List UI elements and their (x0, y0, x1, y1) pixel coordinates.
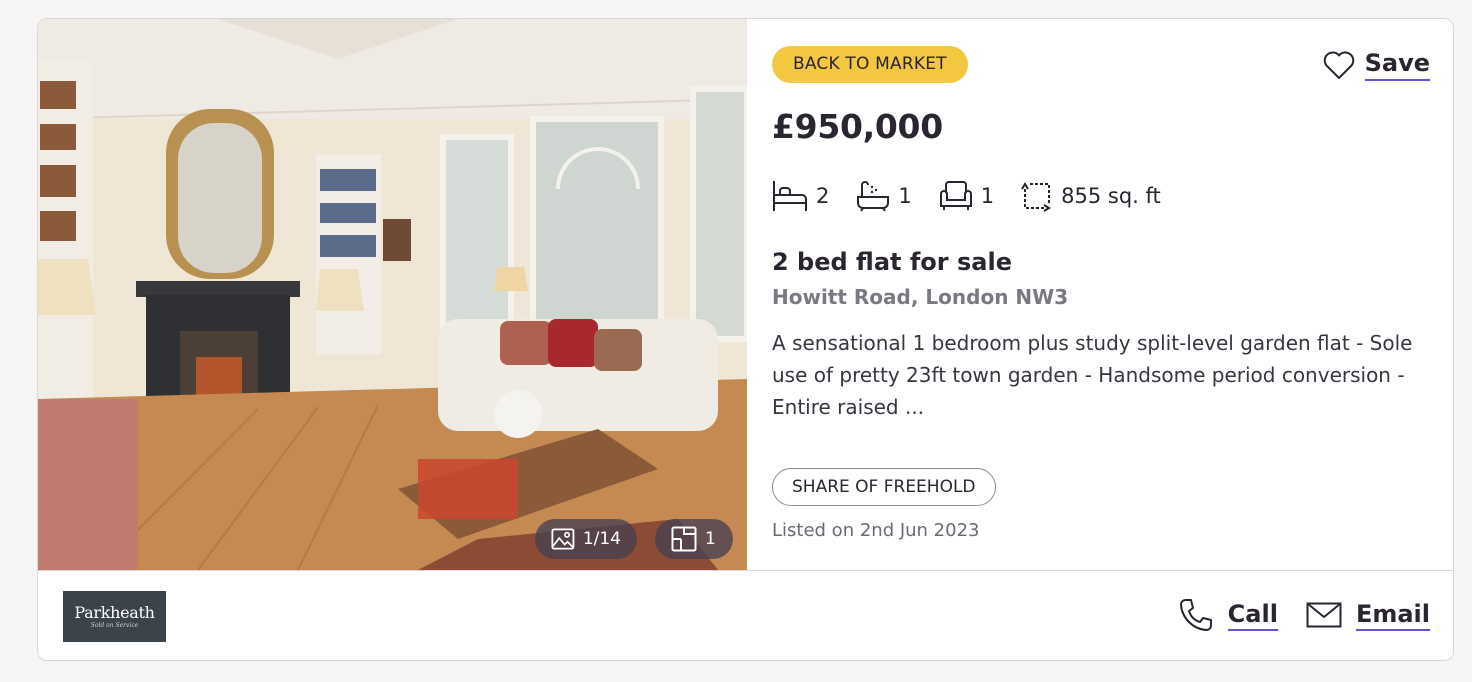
envelope-icon (1306, 602, 1342, 628)
bathrooms-count: 1 (898, 184, 912, 208)
call-button[interactable]: Call (1178, 597, 1278, 633)
save-button[interactable]: Save (1322, 49, 1430, 81)
listing-card[interactable]: 1/14 1 BACK TO MARKET Save £950,000 2 1 … (37, 18, 1454, 661)
status-badge: BACK TO MARKET (772, 46, 968, 83)
feature-bedrooms: 2 (772, 179, 829, 213)
save-label: Save (1364, 49, 1430, 81)
phone-icon (1179, 599, 1212, 631)
bed-icon (773, 181, 807, 211)
price: £950,000 (772, 107, 943, 146)
photo-count: 1/14 (582, 529, 621, 549)
contact-actions: Call Email (1178, 597, 1430, 633)
call-label: Call (1227, 600, 1278, 631)
floorplan-icon (671, 526, 697, 552)
feature-bathrooms: 1 (856, 180, 912, 212)
area-value: 855 sq. ft (1061, 184, 1161, 208)
listing-description: A sensational 1 bedroom plus study split… (772, 331, 1413, 419)
email-label: Email (1355, 600, 1430, 631)
floorplan-count: 1 (705, 529, 716, 549)
agent-logo[interactable]: Parkheath Sold on Service (63, 591, 166, 642)
tenure-tag: SHARE OF FREEHOLD (772, 468, 996, 506)
listing-address: Howitt Road, London NW3 (772, 285, 1069, 309)
receptions-count: 1 (980, 184, 995, 208)
heart-icon (1323, 51, 1354, 79)
armchair-icon (939, 181, 972, 210)
area-icon (1021, 182, 1052, 212)
photo-count-pill[interactable]: 1/14 (535, 519, 637, 559)
bedrooms-count: 2 (816, 184, 830, 208)
feature-receptions: 1 (939, 180, 994, 212)
listing-details: BACK TO MARKET Save £950,000 2 1 1 855 s… (747, 19, 1453, 570)
card-footer: Parkheath Sold on Service Call Email (38, 570, 1453, 660)
listed-date: Listed on 2nd Jun 2023 (772, 520, 980, 541)
feature-area: 855 sq. ft (1021, 180, 1161, 212)
living-room-image (38, 19, 747, 570)
email-button[interactable]: Email (1306, 600, 1430, 631)
agent-logo-name: Parkheath (74, 603, 155, 622)
features-row: 2 1 1 855 sq. ft (772, 179, 1188, 213)
agent-logo-tagline: Sold on Service (90, 622, 139, 629)
listing-title[interactable]: 2 bed flat for sale (772, 248, 1012, 276)
listing-photo[interactable]: 1/14 1 (38, 19, 747, 570)
image-icon (551, 528, 575, 550)
bath-icon (857, 181, 890, 212)
floorplan-pill[interactable]: 1 (655, 519, 733, 559)
